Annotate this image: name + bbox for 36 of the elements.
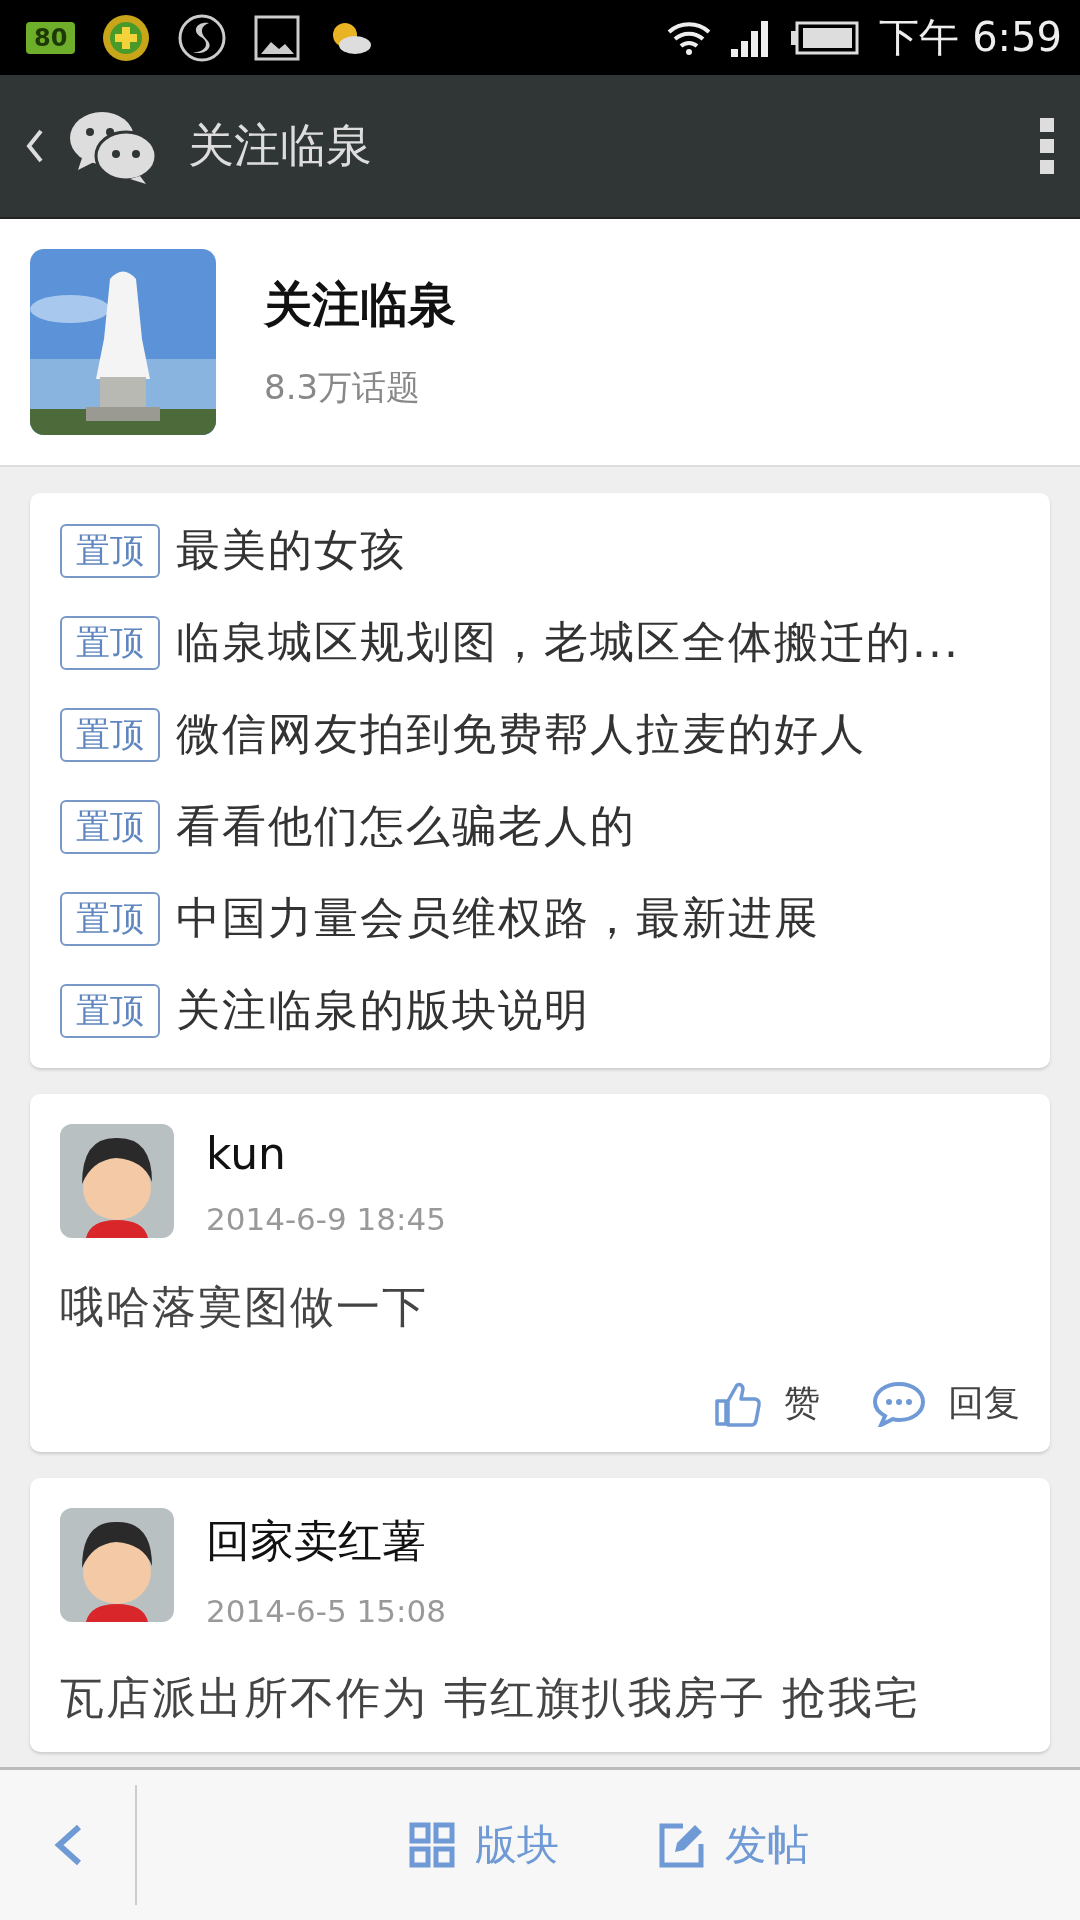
post-text: 瓦店派出所不作为 韦红旗扒我房子 抢我宅 <box>60 1671 921 1725</box>
clock-time: 下午 6:59 <box>879 13 1062 62</box>
pinned-post-link[interactable]: 最美的女孩 <box>176 521 406 580</box>
speech-bubble-icon[interactable] <box>872 1380 926 1427</box>
edit-icon[interactable] <box>658 1822 705 1868</box>
pinned-post-link[interactable]: 微信网友拍到免费帮人拉麦的好人 <box>176 705 866 764</box>
pinned-tag: 置顶 <box>60 799 160 854</box>
shield-plus-icon <box>101 12 152 63</box>
battery-icon <box>791 20 860 55</box>
thumbs-up-icon[interactable] <box>714 1380 762 1427</box>
swirl-icon <box>177 12 228 63</box>
pinned-post-link[interactable]: 临泉城区规划图，老城区全体搬迁的... <box>176 613 960 672</box>
pinned-tag: 置顶 <box>60 615 160 670</box>
wifi-icon <box>667 19 712 56</box>
more-icon[interactable] <box>1040 118 1054 174</box>
header-title: 关注临泉 <box>188 117 373 174</box>
pinned-post-link[interactable]: 关注临泉的版块说明 <box>176 981 590 1040</box>
image-icon <box>253 13 302 62</box>
post-time: 2014-6-9 18:45 <box>206 1201 446 1237</box>
pinned-post-link[interactable]: 看看他们怎么骗老人的 <box>176 797 636 856</box>
topic-count: 8.3万话题 <box>264 366 422 409</box>
forum-name: 关注临泉 <box>264 275 456 334</box>
author-name: kun <box>206 1128 287 1179</box>
grid-icon[interactable] <box>408 1822 455 1868</box>
pinned-tag: 置顶 <box>60 707 160 762</box>
action-label[interactable]: 回复 <box>948 1379 1020 1428</box>
pinned-tag: 置顶 <box>60 983 160 1038</box>
pinned-post-link[interactable]: 中国力量会员维权路，最新进展 <box>176 889 820 948</box>
post-time: 2014-6-5 15:08 <box>206 1593 446 1629</box>
pinned-tag: 置顶 <box>60 891 160 946</box>
author-name: 回家卖红薯 <box>206 1514 427 1568</box>
post-text: 哦哈落寞图做一下 <box>60 1280 429 1334</box>
back-icon[interactable] <box>26 129 44 163</box>
pinned-tag: 置顶 <box>60 523 160 578</box>
action-label[interactable]: 赞 <box>784 1379 820 1428</box>
battery-badge: 80 <box>26 21 76 54</box>
